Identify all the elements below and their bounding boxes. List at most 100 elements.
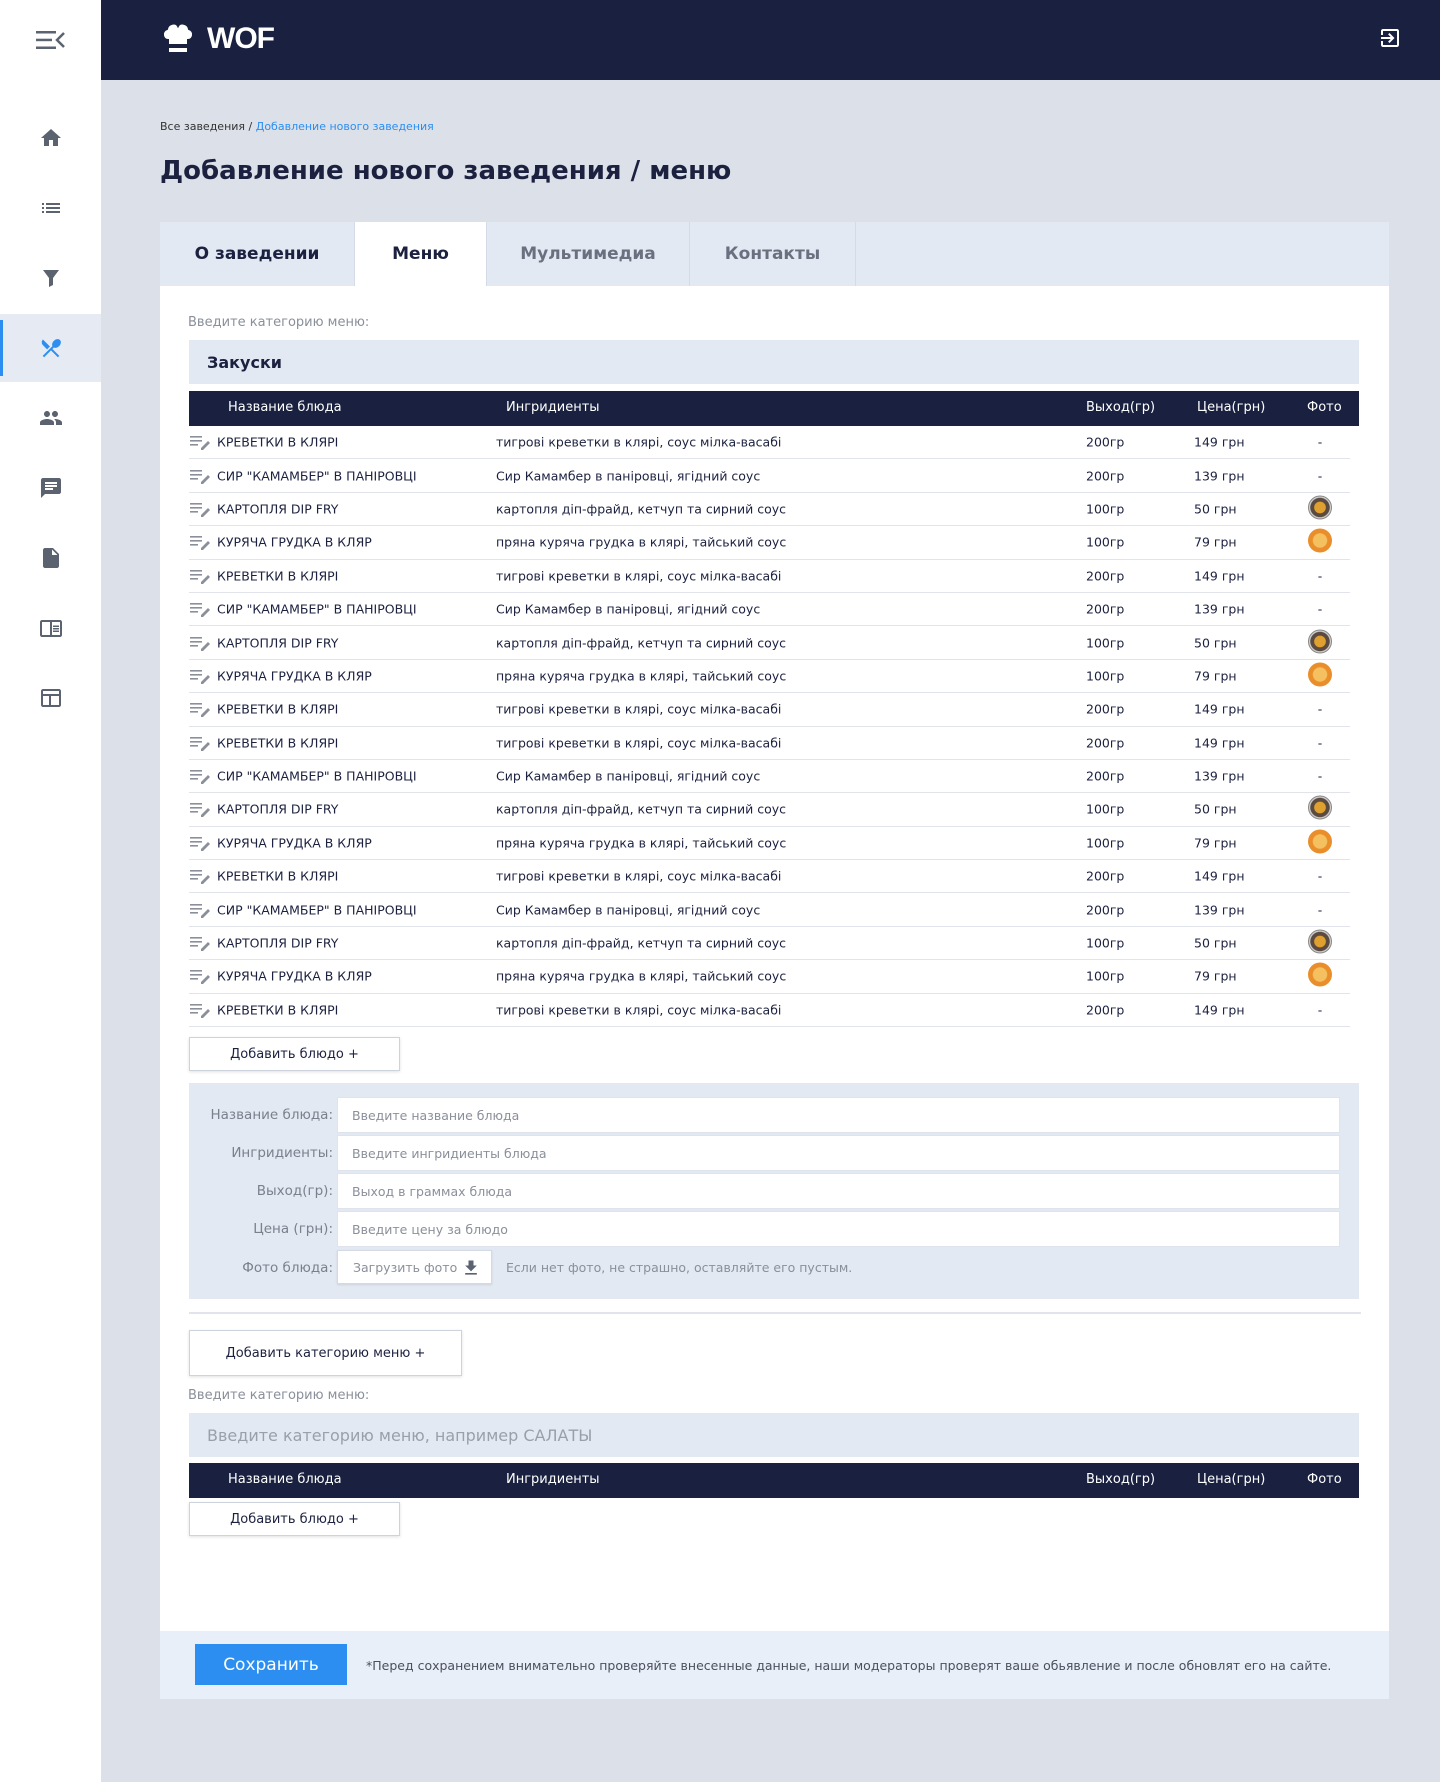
drag-handle-icon[interactable] bbox=[189, 434, 211, 451]
table-row[interactable]: КУРЯЧА ГРУДКА В КЛЯР пряна куряча грудка… bbox=[189, 526, 1350, 560]
dish-price: 149 грн bbox=[1194, 868, 1245, 884]
dish-photo-cell bbox=[1307, 929, 1333, 957]
no-photo-dash: - bbox=[1317, 601, 1323, 617]
dish-output: 100гр bbox=[1086, 668, 1125, 684]
tab-menu[interactable]: Меню bbox=[355, 222, 487, 286]
table-row[interactable]: КРЕВЕТКИ В КЛЯРІ тигрові креветки в кляр… bbox=[189, 727, 1350, 760]
table-row[interactable]: СИР "КАМАМБЕР" В ПАНІРОВЦІ Сир Камамбер … bbox=[189, 760, 1350, 794]
drag-handle-icon[interactable] bbox=[189, 768, 211, 785]
sidebar-item-home[interactable] bbox=[0, 104, 101, 172]
drag-handle-icon[interactable] bbox=[189, 735, 211, 751]
drag-handle-icon[interactable] bbox=[189, 902, 211, 918]
drag-handle-icon[interactable] bbox=[189, 868, 211, 885]
dish-name: КРЕВЕТКИ В КЛЯРІ bbox=[217, 568, 339, 584]
table-row[interactable]: КАРТОПЛЯ DIP FRY картопля діп-фрайд, кет… bbox=[189, 493, 1350, 527]
price-label: Цена (грн): bbox=[253, 1221, 333, 1237]
tab-about[interactable]: О заведении bbox=[160, 222, 355, 286]
dish-price: 149 грн bbox=[1194, 1002, 1245, 1018]
logout-icon[interactable] bbox=[1378, 26, 1402, 50]
menu-collapse-icon[interactable] bbox=[34, 28, 66, 52]
drag-handle-icon[interactable] bbox=[189, 1002, 211, 1018]
table-row[interactable]: КАРТОПЛЯ DIP FRY картопля діп-фрайд, кет… bbox=[189, 626, 1350, 660]
sidebar-item-documents[interactable] bbox=[0, 524, 101, 592]
drag-handle-icon[interactable] bbox=[189, 701, 211, 718]
breadcrumb-current[interactable]: Добавление нового заведения bbox=[256, 120, 434, 133]
dish-name: КАРТОПЛЯ DIP FRY bbox=[217, 635, 339, 651]
dish-name: СИР "КАМАМБЕР" В ПАНІРОВЦІ bbox=[217, 601, 417, 617]
fries-photo bbox=[1308, 495, 1332, 520]
dish-photo-cell: - bbox=[1307, 869, 1333, 884]
category-input-2[interactable]: Введите категорию меню, например САЛАТЫ bbox=[189, 1413, 1359, 1457]
sidebar-item-messages[interactable] bbox=[0, 454, 101, 522]
dish-output: 200гр bbox=[1086, 568, 1125, 584]
sidebar-item-news[interactable] bbox=[0, 594, 101, 662]
table-row[interactable]: КРЕВЕТКИ В КЛЯРІ тигрові креветки в кляр… bbox=[189, 994, 1350, 1028]
drag-handle-icon[interactable] bbox=[189, 835, 211, 851]
drag-handle-icon[interactable] bbox=[189, 968, 211, 985]
table-row[interactable]: КАРТОПЛЯ DIP FRY картопля діп-фрайд, кет… bbox=[189, 927, 1350, 961]
dish-photo-cell bbox=[1307, 962, 1333, 990]
sidebar-item-users[interactable] bbox=[0, 384, 101, 452]
sidebar-item-tables[interactable] bbox=[0, 664, 101, 732]
dish-name-input[interactable]: Введите название блюда bbox=[337, 1097, 1340, 1133]
home-icon bbox=[40, 129, 61, 146]
col-name: Название блюда bbox=[228, 1472, 342, 1487]
table-row[interactable]: КРЕВЕТКИ В КЛЯРІ тигрові креветки в кляр… bbox=[189, 560, 1350, 593]
table-row[interactable]: СИР "КАМАМБЕР" В ПАНІРОВЦІ Сир Камамбер … bbox=[189, 893, 1350, 927]
no-photo-dash: - bbox=[1317, 468, 1323, 484]
category-input[interactable]: Закуски bbox=[189, 340, 1359, 384]
drag-handle-icon[interactable] bbox=[189, 468, 211, 484]
drag-handle-icon[interactable] bbox=[189, 601, 211, 618]
no-photo-dash: - bbox=[1317, 902, 1323, 918]
sidebar-item-list[interactable] bbox=[0, 174, 101, 242]
dish-photo-cell bbox=[1307, 662, 1333, 689]
dish-photo-cell: - bbox=[1307, 568, 1333, 583]
ingredients-input[interactable]: Введите ингридиенты блюда bbox=[337, 1135, 1340, 1171]
table-row[interactable]: КРЕВЕТКИ В КЛЯРІ тигрові креветки в кляр… bbox=[189, 693, 1350, 727]
drag-handle-icon[interactable] bbox=[189, 935, 211, 952]
dish-ingredients: тигрові креветки в клярі, соус мілка-вас… bbox=[496, 735, 782, 751]
no-photo-dash: - bbox=[1317, 868, 1323, 884]
table-row[interactable]: КРЕВЕТКИ В КЛЯРІ тигрові креветки в кляр… bbox=[189, 426, 1350, 460]
chicken-photo bbox=[1308, 662, 1332, 687]
drag-handle-icon[interactable] bbox=[189, 568, 211, 584]
dish-name: КАРТОПЛЯ DIP FRY bbox=[217, 935, 339, 951]
tab-contacts[interactable]: Контакты bbox=[690, 222, 856, 286]
no-photo-dash: - bbox=[1317, 434, 1323, 450]
add-dish-button[interactable]: Добавить блюдо + bbox=[189, 1037, 400, 1071]
save-button[interactable]: Сохранить bbox=[195, 1644, 347, 1685]
upload-photo-button[interactable]: Загрузить фото bbox=[337, 1250, 492, 1284]
breadcrumb-parent[interactable]: Все заведения bbox=[160, 120, 245, 133]
add-category-button[interactable]: Добавить категорию меню + bbox=[189, 1330, 462, 1376]
dish-output: 200гр bbox=[1086, 701, 1125, 717]
tab-multimedia[interactable]: Мультимедиа bbox=[487, 222, 690, 286]
table-row[interactable]: КУРЯЧА ГРУДКА В КЛЯР пряна куряча грудка… bbox=[189, 960, 1350, 994]
dish-ingredients: картопля діп-фрайд, кетчуп та сирний соу… bbox=[496, 501, 787, 517]
sidebar-item-restaurants[interactable] bbox=[0, 314, 101, 382]
drag-handle-icon[interactable] bbox=[189, 501, 211, 517]
dish-photo-cell: - bbox=[1307, 735, 1333, 750]
dish-photo-cell: - bbox=[1307, 435, 1333, 450]
output-input[interactable]: Выход в граммах блюда bbox=[337, 1173, 1340, 1209]
dish-ingredients: картопля діп-фрайд, кетчуп та сирний соу… bbox=[496, 635, 787, 651]
price-input[interactable]: Введите цену за блюдо bbox=[337, 1211, 1340, 1247]
sidebar-item-filter[interactable] bbox=[0, 244, 101, 312]
table-row[interactable]: КРЕВЕТКИ В КЛЯРІ тигрові креветки в кляр… bbox=[189, 860, 1350, 894]
table-row[interactable]: СИР "КАМАМБЕР" В ПАНІРОВЦІ Сир Камамбер … bbox=[189, 459, 1350, 493]
dish-photo-cell bbox=[1307, 528, 1333, 556]
chat-icon bbox=[40, 478, 61, 498]
table-row[interactable]: КУРЯЧА ГРУДКА В КЛЯР пряна куряча грудка… bbox=[189, 827, 1350, 861]
drag-handle-icon[interactable] bbox=[189, 534, 211, 551]
table-row[interactable]: КУРЯЧА ГРУДКА В КЛЯР пряна куряча грудка… bbox=[189, 660, 1350, 694]
dish-price: 79 грн bbox=[1194, 534, 1237, 550]
table-row[interactable]: СИР "КАМАМБЕР" В ПАНІРОВЦІ Сир Камамбер … bbox=[189, 593, 1350, 627]
logo[interactable]: WOF bbox=[159, 20, 275, 58]
table-icon bbox=[40, 689, 61, 707]
add-dish-button-2[interactable]: Добавить блюдо + bbox=[189, 1502, 400, 1536]
drag-handle-icon[interactable] bbox=[189, 635, 211, 651]
table-header: Название блюда Ингридиенты Выход(гр) Цен… bbox=[189, 391, 1359, 426]
drag-handle-icon[interactable] bbox=[189, 668, 211, 684]
col-output: Выход(гр) bbox=[1086, 1472, 1156, 1487]
drag-handle-icon[interactable] bbox=[189, 801, 211, 818]
table-row[interactable]: КАРТОПЛЯ DIP FRY картопля діп-фрайд, кет… bbox=[189, 793, 1350, 827]
